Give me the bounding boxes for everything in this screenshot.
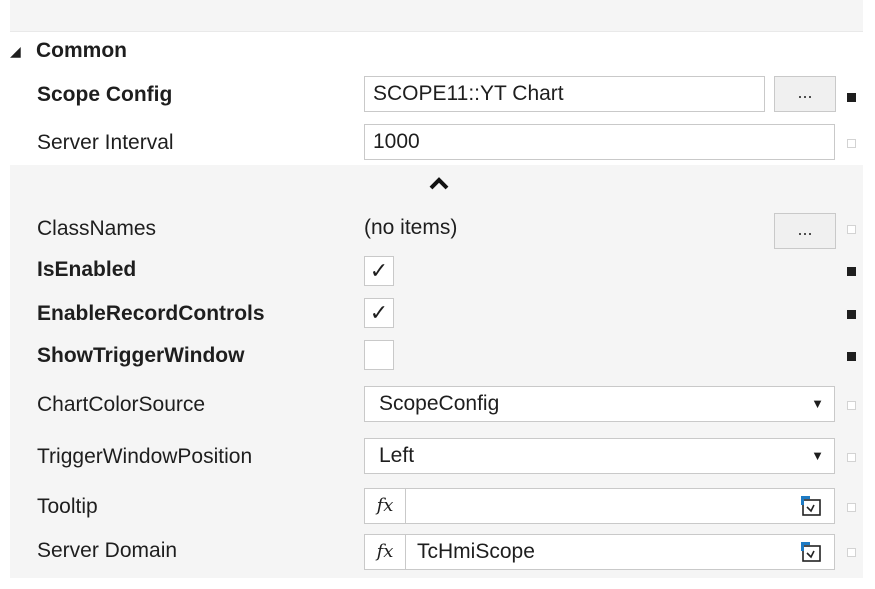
property-label-tooltip: Tooltip	[37, 495, 98, 518]
category-title: Common	[36, 39, 127, 62]
tooltip-value-marker[interactable]	[847, 503, 856, 512]
server-domain-value: TcHmiScope	[417, 540, 535, 563]
classnames-browse-button[interactable]: ...	[774, 213, 836, 249]
property-label-triggerwindowposition: TriggerWindowPosition	[37, 445, 253, 468]
collapse-advanced-chevron-up-icon[interactable]	[428, 175, 450, 191]
function-fx-icon: fx	[365, 489, 406, 523]
tooltip-binding-field[interactable]: fx	[364, 488, 835, 524]
showtriggerwindow-checkbox[interactable]	[364, 340, 394, 370]
showtriggerwindow-value-set-marker[interactable]	[847, 352, 856, 361]
category-header-common[interactable]: ◢ Common	[10, 36, 127, 66]
property-label-enablerecordcontrols: EnableRecordControls	[37, 302, 265, 325]
enablerecordcontrols-value-set-marker[interactable]	[847, 310, 856, 319]
property-label-isenabled: IsEnabled	[37, 258, 137, 281]
top-divider	[10, 31, 863, 32]
chartcolorsource-value-marker[interactable]	[847, 401, 856, 410]
edit-binding-icon[interactable]	[800, 495, 824, 517]
server-domain-binding-field[interactable]: fx TcHmiScope	[364, 534, 835, 570]
property-label-server-interval: Server Interval	[37, 131, 174, 154]
dropdown-arrow-icon[interactable]: ▼	[811, 387, 824, 421]
enablerecordcontrols-checkbox[interactable]: ✓	[364, 298, 394, 328]
chartcolorsource-selected-value: ScopeConfig	[379, 392, 500, 415]
scope-config-browse-button[interactable]: ...	[774, 76, 836, 112]
scope-config-value-set-marker[interactable]	[847, 93, 856, 102]
edit-binding-icon[interactable]	[800, 541, 824, 563]
isenabled-checkbox[interactable]: ✓	[364, 256, 394, 286]
server-interval-input[interactable]: 1000	[364, 124, 835, 160]
property-label-chartcolorsource: ChartColorSource	[37, 393, 206, 416]
chartcolorsource-dropdown[interactable]: ScopeConfig ▼	[364, 386, 835, 422]
property-label-scope-config: Scope Config	[37, 83, 173, 106]
scope-config-value[interactable]: SCOPE11::YT Chart	[364, 76, 765, 112]
dropdown-arrow-icon[interactable]: ▼	[811, 439, 824, 473]
collapse-triangle-icon[interactable]: ◢	[10, 36, 28, 66]
classnames-value-marker[interactable]	[847, 225, 856, 234]
triggerwindowposition-selected-value: Left	[379, 444, 415, 467]
triggerwindowposition-value-marker[interactable]	[847, 453, 856, 462]
classnames-value: (no items)	[364, 216, 458, 239]
property-label-classnames: ClassNames	[37, 217, 157, 240]
property-label-server-domain: Server Domain	[37, 539, 178, 562]
server-interval-value-marker[interactable]	[847, 139, 856, 148]
triggerwindowposition-dropdown[interactable]: Left ▼	[364, 438, 835, 474]
isenabled-value-set-marker[interactable]	[847, 267, 856, 276]
server-domain-value-marker[interactable]	[847, 548, 856, 557]
function-fx-icon: fx	[365, 535, 406, 569]
panel-top-strip	[10, 0, 863, 32]
property-label-showtriggerwindow: ShowTriggerWindow	[37, 344, 245, 367]
